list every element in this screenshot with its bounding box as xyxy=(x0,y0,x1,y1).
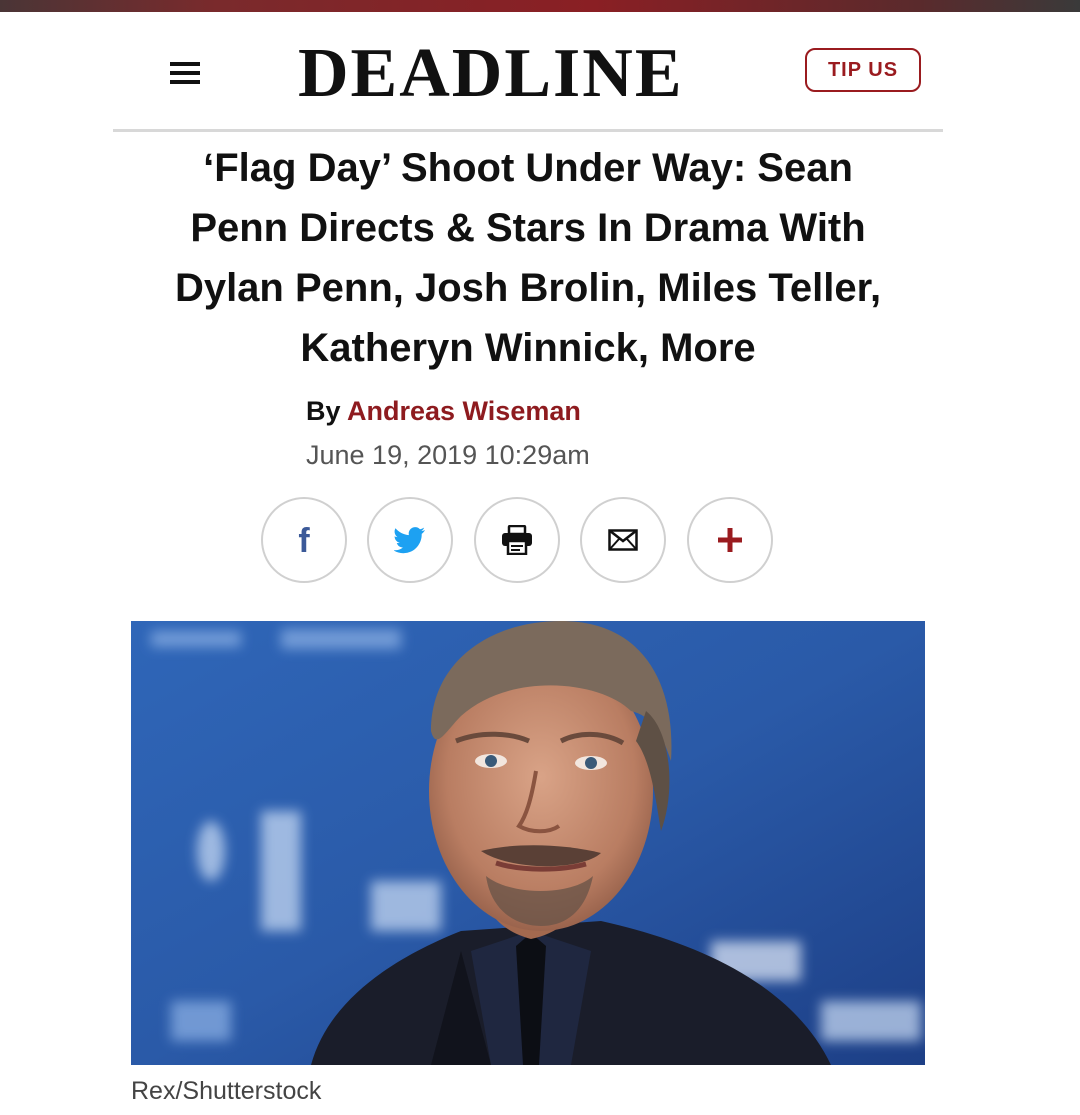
headline-line: Penn Directs & Stars In Drama With xyxy=(190,206,866,250)
publish-date: June 19, 2019 10:29am xyxy=(306,440,590,470)
headline-line: ‘Flag Day’ Shoot Under Way: Sean xyxy=(203,146,853,190)
site-header: DEADLINE TIP US xyxy=(113,12,943,132)
portrait-photo xyxy=(131,621,925,1065)
byline: By Andreas Wiseman xyxy=(306,394,581,428)
facebook-icon: f xyxy=(298,523,310,557)
tip-us-button[interactable]: TIP US xyxy=(805,48,921,92)
article-headline: ‘Flag Day’ Shoot Under Way: Sean Penn Di… xyxy=(113,138,943,378)
twitter-icon xyxy=(394,527,425,554)
more-share-button[interactable] xyxy=(687,497,773,583)
facebook-share-button[interactable]: f xyxy=(261,497,347,583)
mail-icon xyxy=(608,529,638,551)
article-photo xyxy=(131,621,925,1065)
top-color-strip xyxy=(0,0,1080,12)
plus-icon xyxy=(718,528,742,552)
svg-text:f: f xyxy=(298,523,310,557)
email-share-button[interactable] xyxy=(580,497,666,583)
site-logo[interactable]: DEADLINE xyxy=(298,34,684,114)
header-divider xyxy=(113,129,943,132)
hamburger-menu-icon[interactable] xyxy=(165,56,205,90)
headline-line: Katheryn Winnick, More xyxy=(300,326,756,370)
byline-prefix: By xyxy=(306,396,341,426)
author-link[interactable]: Andreas Wiseman xyxy=(347,396,581,426)
photo-credit: Rex/Shutterstock xyxy=(131,1077,322,1105)
headline-line: Dylan Penn, Josh Brolin, Miles Teller, xyxy=(174,266,882,310)
printer-icon xyxy=(502,525,532,555)
twitter-share-button[interactable] xyxy=(367,497,453,583)
print-button[interactable] xyxy=(474,497,560,583)
